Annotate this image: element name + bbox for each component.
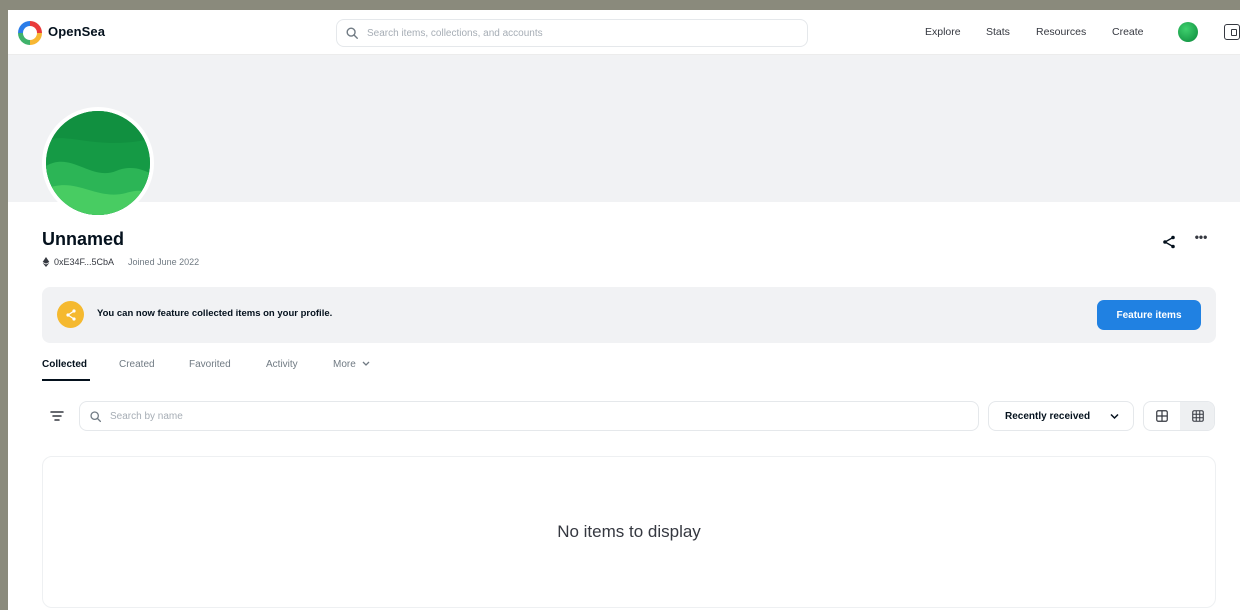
tab-more[interactable]: More [333, 359, 370, 370]
large-grid-icon [1156, 410, 1168, 422]
tab-favorited[interactable]: Favorited [189, 359, 231, 370]
feature-items-button[interactable]: Feature items [1097, 300, 1201, 330]
filter-icon[interactable] [50, 409, 64, 423]
avatar-wave-art [46, 111, 150, 215]
account-avatar[interactable] [1178, 22, 1198, 42]
nav-link-explore[interactable]: Explore [925, 26, 961, 38]
sort-selected-value: Recently received [1005, 410, 1091, 422]
notice-text: You can now feature collected items on y… [97, 308, 333, 319]
tab-more-label: More [333, 359, 356, 370]
nav-link-stats[interactable]: Stats [986, 26, 1010, 38]
view-toggle [1143, 401, 1215, 431]
top-nav: OpenSea Explore Stats Resources Create [8, 10, 1240, 55]
share-icon[interactable] [1161, 234, 1177, 250]
nav-links: Explore Stats Resources Create [8, 26, 1240, 40]
large-grid-button[interactable] [1144, 402, 1180, 430]
profile-banner [8, 55, 1240, 202]
items-search-input[interactable] [110, 410, 960, 422]
tab-collected[interactable]: Collected [42, 359, 87, 370]
profile-meta: 0xE34F...5CbA Joined June 2022 [42, 257, 199, 267]
more-icon[interactable]: ••• [1192, 231, 1210, 248]
items-search[interactable] [79, 401, 979, 431]
app-window: OpenSea Explore Stats Resources Create U [8, 10, 1240, 610]
tab-created[interactable]: Created [119, 359, 155, 370]
chevron-down-icon [362, 361, 370, 367]
wallet-icon[interactable] [1224, 24, 1240, 40]
sort-dropdown[interactable]: Recently received [988, 401, 1134, 431]
ethereum-icon [42, 257, 50, 267]
small-grid-icon [1192, 410, 1204, 422]
nav-link-resources[interactable]: Resources [1036, 26, 1086, 38]
profile-tabs: Collected Created Favorited Activity Mor… [42, 359, 442, 383]
empty-state-text: No items to display [557, 522, 701, 541]
wallet-address[interactable]: 0xE34F...5CbA [54, 257, 114, 267]
chevron-down-icon [1110, 413, 1119, 420]
profile-avatar [42, 107, 154, 219]
feature-notice: You can now feature collected items on y… [42, 287, 1216, 343]
items-empty-state: No items to display [42, 456, 1216, 608]
small-grid-button[interactable] [1180, 402, 1214, 430]
nav-link-create[interactable]: Create [1112, 26, 1144, 38]
sparkle-icon [57, 301, 84, 328]
tab-activity[interactable]: Activity [266, 359, 298, 370]
active-tab-indicator [42, 379, 90, 381]
search-icon [90, 410, 102, 422]
joined-date: Joined June 2022 [128, 257, 200, 267]
profile-name: Unnamed [42, 229, 125, 249]
